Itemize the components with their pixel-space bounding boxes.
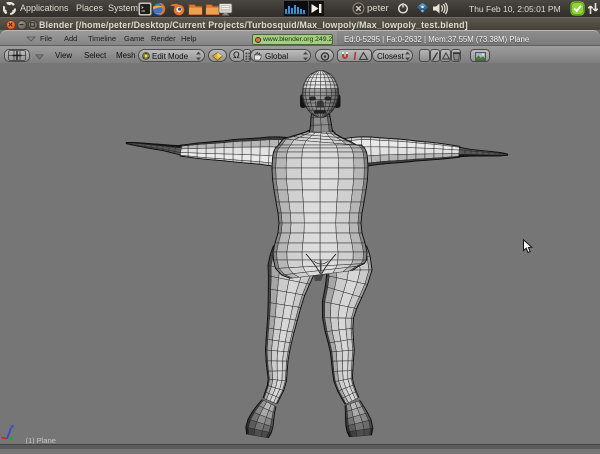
svg-text:z: z (11, 424, 15, 430)
